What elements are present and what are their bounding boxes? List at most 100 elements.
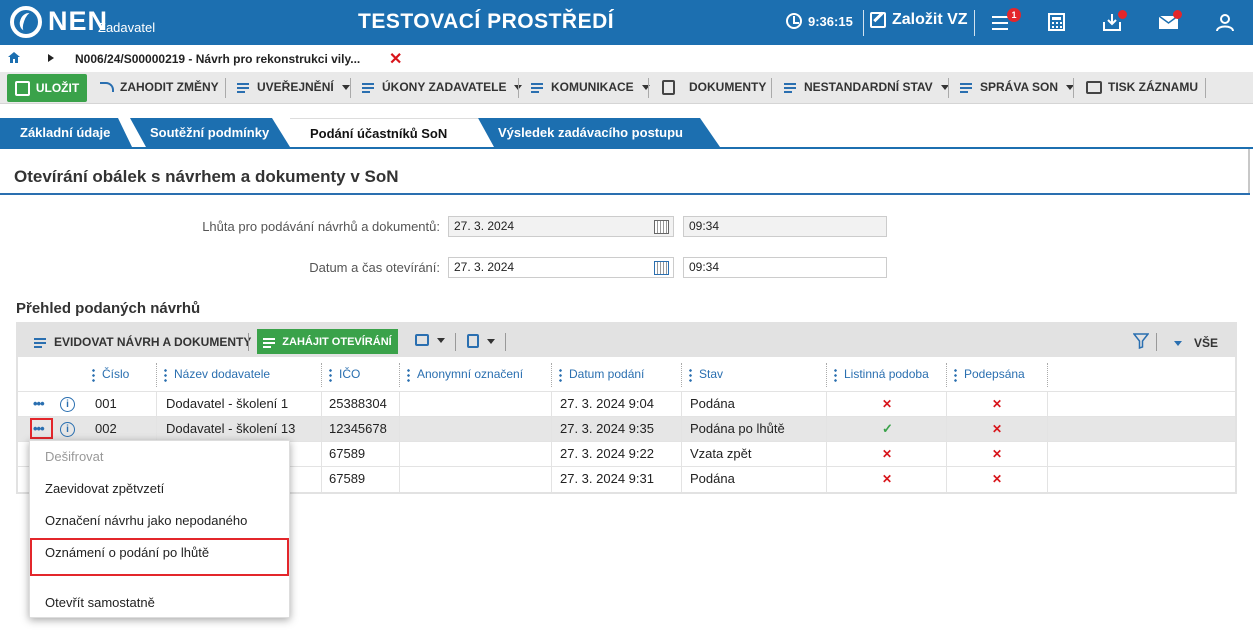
divider: [1073, 78, 1074, 98]
logo-circle-icon: [10, 6, 42, 38]
filter-all-dropdown[interactable]: VŠE: [1172, 336, 1218, 350]
row-actions-icon[interactable]: •••: [33, 421, 45, 436]
save-button[interactable]: ULOŽIT: [7, 74, 87, 102]
opening-date-field[interactable]: 27. 3. 2024: [448, 257, 674, 278]
communication-menu-button[interactable]: KOMUNIKACE: [531, 72, 650, 102]
column-header-status[interactable]: Stav: [681, 357, 723, 391]
environment-title: TESTOVACÍ PROSTŘEDÍ: [358, 10, 615, 33]
home-icon[interactable]: [8, 52, 20, 63]
cell-divider: [826, 417, 827, 442]
cell-divider: [946, 467, 947, 492]
opening-time-field[interactable]: 09:34: [683, 257, 887, 278]
register-submission-button[interactable]: EVIDOVAT NÁVRH A DOKUMENTY: [34, 335, 251, 349]
cell-divider: [826, 392, 827, 417]
tab-procedure-result[interactable]: Výsledek zadávacího postupu: [478, 118, 718, 148]
header-label: Anonymní označení: [417, 367, 524, 381]
caret-down-icon: [437, 337, 445, 343]
row-context-menu: Dešifrovat Zaevidovat zpětvzetí Označení…: [29, 440, 290, 618]
cell-divider: [321, 417, 322, 442]
cell-divider: [1047, 442, 1048, 467]
discard-label: ZAHODIT ZMĚNY: [120, 80, 219, 94]
save-label: ULOŽIT: [35, 81, 80, 95]
menu-item-open-standalone[interactable]: Otevřít samostatně: [30, 588, 289, 618]
cell-status: Vzata zpět: [690, 446, 752, 461]
top-bar: NEN Zadavatel TESTOVACÍ PROSTŘEDÍ 9:36:1…: [0, 0, 1253, 45]
menu-item-register-withdrawal[interactable]: Zaevidovat zpětvzetí: [30, 474, 289, 504]
start-opening-button[interactable]: ZAHÁJIT OTEVÍRÁNÍ: [257, 329, 398, 354]
column-header-submission-date[interactable]: Datum podání: [551, 357, 644, 391]
filter-all-label: VŠE: [1194, 336, 1219, 350]
cross-icon: ✕: [882, 472, 893, 486]
nen-logo[interactable]: NEN: [10, 6, 108, 40]
cross-icon: ✕: [882, 447, 893, 461]
row-actions-icon[interactable]: •••: [33, 396, 45, 411]
divider: [648, 78, 649, 98]
contracting-acts-menu-button[interactable]: ÚKONY ZADAVATELE: [362, 72, 523, 102]
start-label: ZAHÁJIT OTEVÍRÁNÍ: [282, 335, 392, 348]
nonstandard-state-menu-button[interactable]: NESTANDARDNÍ STAV: [784, 72, 949, 102]
column-header-signed[interactable]: Podepsána: [946, 357, 1025, 391]
tab-participant-submissions[interactable]: Podání účastníků SoN: [290, 118, 478, 148]
column-header-paper-form[interactable]: Listinná podoba: [826, 357, 929, 391]
cell-number: 001: [95, 396, 117, 411]
cell-divider: [551, 417, 552, 442]
list-icon: [960, 81, 974, 93]
cross-icon: ✕: [992, 397, 1003, 411]
undo-icon: [100, 82, 114, 92]
column-header-anonymous[interactable]: Anonymní označení: [399, 357, 523, 391]
printer-icon: [1086, 80, 1102, 94]
publish-menu-button[interactable]: UVEŘEJNĚNÍ: [237, 72, 350, 102]
cell-status: Podána: [690, 471, 735, 486]
column-header-ico[interactable]: IČO: [321, 357, 360, 391]
info-icon[interactable]: i: [60, 397, 75, 412]
cross-icon: ✕: [992, 472, 1003, 486]
session-time: 9:36:15: [808, 13, 853, 29]
user-icon[interactable]: [1214, 12, 1236, 32]
session-clock: 9:36:15: [786, 13, 853, 29]
table-row[interactable]: ••• i 001 Dodavatel - školení 1 25388304…: [18, 391, 1235, 417]
discard-changes-button[interactable]: ZAHODIT ZMĚNY: [100, 72, 219, 102]
nonstd-label: NESTANDARDNÍ STAV: [804, 80, 933, 94]
print-record-button[interactable]: TISK ZÁZNAMU: [1086, 72, 1198, 102]
tab-basic-info[interactable]: Základní údaje: [0, 118, 130, 148]
header-label: Název dodavatele: [174, 367, 271, 381]
menu-item-decrypt: Dešifrovat: [45, 449, 104, 464]
register-label: EVIDOVAT NÁVRH A DOKUMENTY: [54, 335, 252, 349]
acts-label: ÚKONY ZADAVATELE: [382, 80, 507, 94]
cell-divider: [946, 392, 947, 417]
tab-competition-conditions[interactable]: Soutěžní podmínky: [130, 118, 280, 148]
cell-divider: [681, 467, 682, 492]
menu-item-late-submission-notice[interactable]: Oznámení o podání po lhůtě: [30, 538, 289, 568]
export-icon: [467, 334, 479, 348]
menu-item-mark-not-submitted[interactable]: Označení návrhu jako nepodaného: [30, 506, 289, 536]
cell-divider: [826, 467, 827, 492]
create-vz-label: Založit VZ: [892, 11, 968, 28]
deadline-date-value: 27. 3. 2024: [454, 219, 515, 233]
documents-button[interactable]: DOKUMENTY: [662, 72, 766, 102]
manage-label: SPRÁVA SON: [980, 80, 1059, 94]
create-vz-button[interactable]: Založit VZ: [870, 11, 968, 29]
deadline-time-field: 09:34: [683, 216, 887, 237]
cell-status: Podána po lhůtě: [690, 421, 785, 436]
close-record-icon[interactable]: ✕: [389, 49, 402, 69]
column-header-number[interactable]: Číslo: [84, 357, 129, 391]
info-icon[interactable]: i: [60, 422, 75, 437]
divider: [248, 333, 249, 351]
cell-divider: [399, 417, 400, 442]
calculator-icon[interactable]: [1046, 12, 1068, 32]
list-icon: [784, 81, 798, 93]
grid-export-menu-button[interactable]: [467, 334, 495, 348]
printer-icon: [415, 334, 429, 346]
header-label: Stav: [699, 367, 724, 381]
table-row-selected[interactable]: ••• i 002 Dodavatel - školení 13 1234567…: [18, 416, 1235, 442]
calendar-icon[interactable]: [654, 261, 669, 275]
manage-son-menu-button[interactable]: SPRÁVA SON: [960, 72, 1075, 102]
divider: [771, 78, 772, 98]
breadcrumb-record[interactable]: N006/24/S00000219 - Návrh pro rekonstruk…: [75, 52, 360, 66]
divider: [225, 78, 226, 98]
cell-date: 27. 3. 2024 9:22: [560, 446, 654, 461]
filter-icon[interactable]: [1133, 333, 1149, 349]
calendar-icon: [654, 220, 669, 234]
column-header-supplier[interactable]: Název dodavatele: [156, 357, 270, 391]
grid-print-menu-button[interactable]: [415, 334, 445, 346]
